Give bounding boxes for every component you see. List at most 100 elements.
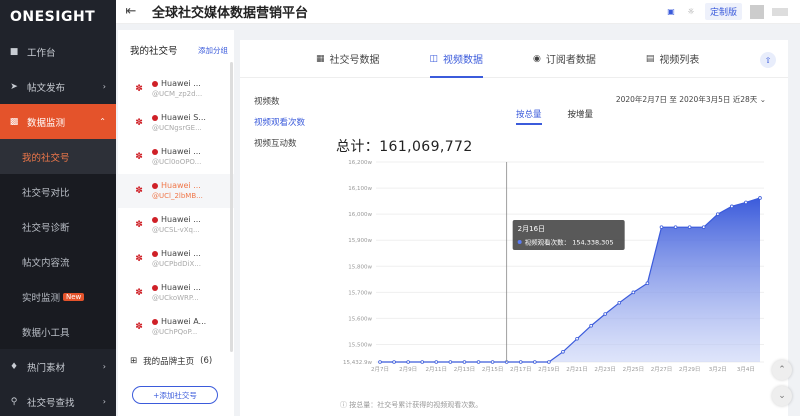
account-item[interactable]: ✽ Huawei ... @UCPbdDiX... — [118, 242, 234, 276]
account-item[interactable]: ✽ Huawei ... @UCkoWRP... — [118, 276, 234, 310]
tooltip-marker — [517, 240, 522, 244]
huawei-logo-icon: ✽ — [135, 152, 143, 162]
account-scrollbar[interactable] — [230, 62, 233, 352]
account-name: Huawei S... — [161, 113, 206, 122]
headset-icon[interactable]: ☼ — [685, 6, 697, 18]
account-name: Huawei ... — [161, 181, 201, 190]
nav-sub-diagnosis[interactable]: 社交号诊断 — [0, 209, 116, 244]
account-list: ✽ Huawei ... @UCM_zp2d... ✽ Huawei S... @UCNg… — [118, 72, 234, 344]
y-tick-label: 16,100w — [348, 186, 372, 192]
account-item[interactable]: ✽ Huawei ... @UCM_zp2d... — [118, 72, 234, 106]
chevron-right-icon: › — [102, 82, 106, 91]
y-tick-label: 15,900w — [348, 238, 372, 244]
toggle-total[interactable]: 按总量 — [516, 108, 542, 125]
data-point — [448, 360, 453, 364]
info-icon: ⓘ — [340, 401, 347, 409]
account-name-row: Huawei ... — [152, 79, 202, 89]
page-title: 全球社交媒体数据营销平台 — [152, 6, 309, 21]
account-item[interactable]: ✽ Huawei ... @UCl_2lbMB... — [118, 174, 234, 208]
views-area-chart: 15,432.9w 15,500w 15,600w 15,700w 15,800w 15,… — [343, 160, 764, 373]
scroll-up-button[interactable]: ⌃ — [772, 360, 792, 380]
huawei-logo-icon: ✽ — [135, 220, 143, 230]
metric-video-interactions[interactable]: 视频互动数 — [254, 134, 305, 155]
metric-video-views[interactable]: 视频观看次数 — [254, 113, 305, 134]
account-handle: @UCSL-vXq... — [152, 226, 200, 234]
nav-sub-compare[interactable]: 社交号对比 — [0, 174, 116, 209]
account-text: Huawei ... @UCM_zp2d... — [152, 79, 202, 99]
x-tick-label: 2月29日 — [679, 366, 701, 373]
toggle-increment[interactable]: 按增量 — [568, 108, 594, 125]
translate-icon[interactable]: ▣ — [665, 6, 677, 18]
nav-item-post-publish[interactable]: ➤ 帖文发布 › — [0, 69, 116, 104]
x-tick-label: 3月4日 — [737, 366, 755, 373]
nav-sub-label: 社交号诊断 — [22, 222, 70, 234]
chevron-up-icon: ⌃ — [99, 117, 106, 126]
account-name: Huawei ... — [161, 215, 201, 224]
data-point — [631, 290, 636, 295]
nav-item-hot-material[interactable]: ♦ 热门素材 › — [0, 349, 116, 384]
tab-video-list[interactable]: ▤ 视频列表 — [646, 40, 700, 78]
data-point — [533, 360, 537, 364]
y-tick-label: 16,000w — [348, 212, 372, 218]
data-point — [476, 360, 481, 364]
add-account-button[interactable]: +添加社交号 — [132, 386, 218, 404]
youtube-icon — [152, 149, 158, 155]
huawei-logo-icon: ✽ — [135, 84, 143, 94]
user-name[interactable] — [772, 7, 788, 16]
y-tick-label: 15,700w — [348, 290, 372, 296]
nav-sub-label: 帖文内容流 — [22, 257, 70, 269]
nav-item-data-monitor[interactable]: ▩ 数据监测 ⌃ — [0, 104, 116, 139]
tab-subscriber-data[interactable]: ◉ 订阅者数据 — [533, 40, 596, 78]
export-icon[interactable]: ⇧ — [760, 52, 776, 68]
x-tick-label: 2月27日 — [651, 366, 673, 373]
nav-sub-content-stream[interactable]: 帖文内容流 — [0, 244, 116, 279]
data-point — [392, 360, 396, 364]
mode-toggle: 按总量 按增量 — [516, 108, 593, 125]
data-point — [518, 360, 523, 364]
custom-edition-button[interactable]: 定制版 — [704, 3, 742, 20]
top-header: ⇤ 全球社交媒体数据营销平台 ▣ ☼ 定制版 — [116, 0, 800, 24]
youtube-icon — [152, 251, 158, 257]
data-point — [687, 225, 692, 229]
footnote: ⓘ 按总量：社交号累计获得的视频观看次数。 — [340, 400, 482, 410]
avatar[interactable] — [750, 4, 764, 19]
brand-home-row[interactable]: ⊞ 我的品牌主页 (6) — [130, 355, 212, 367]
x-tick-label: 2月21日 — [566, 366, 588, 373]
side-nav: ONESIGHT ■ 工作台 ➤ 帖文发布 › ▩ 数据监测 ⌃ 我的社交号 社… — [0, 0, 116, 416]
new-badge: New — [63, 292, 85, 301]
add-group-link[interactable]: 添加分组 — [198, 45, 228, 56]
nav-sub-realtime[interactable]: 实时监测 New — [0, 279, 116, 314]
tooltip-value: 视频观看次数： 154,338,305 — [525, 238, 614, 247]
account-item[interactable]: ✽ Huawei S... @UCNgsrGE... — [118, 106, 234, 140]
grid-icon: ▦ — [316, 53, 325, 64]
account-item[interactable]: ✽ Huawei ... @UCSL-vXq... — [118, 208, 234, 242]
menu-fold-icon[interactable]: ⇤ — [116, 4, 146, 19]
y-tick-label: 15,800w — [348, 264, 372, 270]
date-range-picker[interactable]: 2020年2月7日 至 2020年3月5日 近28天 ⌄ — [616, 94, 766, 105]
chevron-down-icon: ⌄ — [759, 95, 766, 104]
y-tick-label: 15,600w — [348, 316, 372, 322]
brand-home-count: (6) — [200, 356, 213, 366]
brand-home-label: 我的品牌主页 — [143, 357, 195, 367]
account-handle: @UCkoWRP... — [152, 294, 199, 302]
account-item[interactable]: ✽ Huawei ... @UCl0oOPO... — [118, 140, 234, 174]
youtube-icon — [152, 319, 158, 325]
nav-item-workbench[interactable]: ■ 工作台 — [0, 34, 116, 69]
tab-video-data[interactable]: ◫ 视频数据 — [429, 40, 483, 78]
footnote-text: 按总量：社交号累计获得的视频观看次数。 — [349, 401, 483, 409]
nav-item-account-search[interactable]: ⚲ 社交号查找 › — [0, 384, 116, 416]
youtube-icon — [152, 115, 158, 121]
nav-sub-my-accounts[interactable]: 我的社交号 — [0, 139, 116, 174]
send-icon: ➤ — [10, 81, 18, 92]
scroll-down-button[interactable]: ⌄ — [772, 386, 792, 406]
metric-video-count[interactable]: 视频数 — [254, 92, 305, 113]
total-label: 总计： — [336, 139, 380, 155]
nav-sub-label: 我的社交号 — [22, 152, 70, 164]
account-name-row: Huawei ... — [152, 249, 201, 259]
data-point — [603, 312, 607, 316]
tab-account-data[interactable]: ▦ 社交号数据 — [316, 40, 380, 78]
account-item[interactable]: ✽ Huawei A... @UChPQoP... — [118, 310, 234, 344]
subscriber-icon: ◉ — [533, 53, 541, 64]
x-tick-label: 2月25日 — [623, 366, 645, 373]
nav-sub-tools[interactable]: 数据小工具 — [0, 314, 116, 349]
